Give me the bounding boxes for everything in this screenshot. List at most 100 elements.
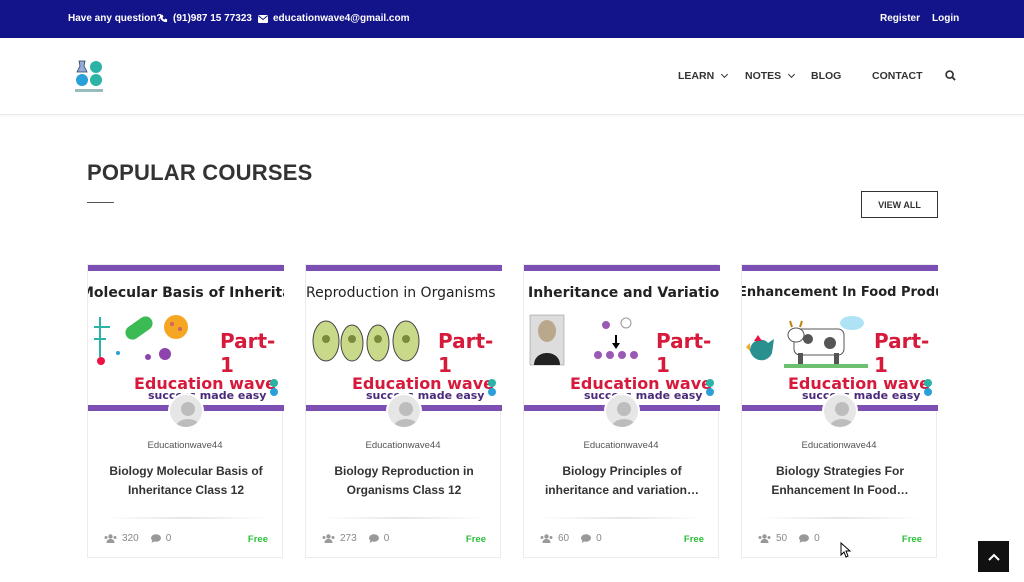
card-divider — [322, 517, 486, 519]
author-avatar[interactable] — [386, 393, 422, 429]
section-title: POPULAR COURSES — [87, 160, 313, 185]
tagline-text: success made easy — [584, 389, 703, 402]
comments-count: 0 — [814, 533, 820, 544]
nav-contact[interactable]: CONTACT — [872, 70, 923, 82]
course-card[interactable]: Reproduction in Organisms Part-1 Educati… — [305, 264, 502, 558]
course-thumbnail[interactable]: Molecular Basis of Inheritance Part-1 Ed… — [88, 265, 284, 411]
students-icon — [540, 534, 553, 543]
author-avatar[interactable] — [604, 393, 640, 429]
user-placeholder-icon — [611, 402, 637, 427]
site-logo[interactable] — [72, 58, 106, 96]
nav-notes[interactable]: NOTES — [745, 70, 796, 82]
students-count: 50 — [776, 533, 788, 544]
course-thumbnail[interactable]: Inheritance and Variation Part-1 Educati… — [524, 265, 720, 411]
comments-count: 0 — [383, 533, 390, 544]
course-card[interactable]: Enhancement In Food Production Part-1 Ed… — [741, 264, 938, 558]
email-contact[interactable]: educationwave4@gmail.com — [258, 13, 409, 24]
tagline-text: success made easy — [366, 389, 485, 402]
course-meta: 273 0 — [322, 533, 401, 544]
nav-blog-label: BLOG — [811, 70, 842, 82]
thumbnail-title: Inheritance and Variation — [528, 285, 720, 301]
card-divider — [540, 517, 704, 519]
top-bar: Have any question? (91)987 15 77323 educ… — [0, 0, 1024, 38]
phone-number: (91)987 15 77323 — [173, 13, 252, 24]
course-title[interactable]: Biology Principles of inheritance and va… — [538, 462, 706, 500]
view-all-button[interactable]: VIEW ALL — [861, 191, 938, 218]
phone-icon — [159, 14, 168, 23]
author-name[interactable]: Educationwave44 — [306, 440, 500, 451]
price-label: Free — [465, 534, 486, 545]
title-underline — [87, 202, 114, 203]
students-count: 60 — [558, 533, 570, 544]
scroll-to-top-button[interactable] — [978, 541, 1009, 572]
comments-count: 0 — [165, 533, 172, 544]
part-label: Part-1 — [220, 329, 276, 377]
students-count: 320 — [122, 533, 139, 544]
course-title[interactable]: Biology Reproduction in Organisms Class … — [320, 462, 488, 500]
author-avatar[interactable] — [822, 393, 858, 429]
farm-animals-illustration — [746, 316, 868, 368]
mini-logo-icon — [924, 379, 932, 396]
tagline-text: success made easy — [148, 389, 267, 402]
price-label: Free — [247, 534, 268, 545]
comments-count: 0 — [596, 533, 602, 544]
price-label: Free — [901, 534, 922, 545]
nav-blog[interactable]: BLOG — [811, 70, 841, 82]
course-card[interactable]: Molecular Basis of Inheritance Part-1 Ed… — [87, 264, 284, 558]
phone-contact[interactable]: (91)987 15 77323 — [159, 13, 252, 24]
tagline-text: success made easy — [802, 389, 921, 402]
thumbnail-title: Enhancement In Food Production — [742, 285, 938, 300]
register-link[interactable]: Register — [880, 13, 920, 24]
thumbnail-title: Reproduction in Organisms — [306, 285, 496, 301]
dna-cells-illustration — [94, 315, 188, 365]
students-icon — [758, 534, 771, 543]
user-placeholder-icon — [393, 402, 419, 427]
part-label: Part-1 — [874, 329, 930, 377]
plant-cells-illustration — [312, 320, 420, 362]
author-name[interactable]: Educationwave44 — [742, 440, 936, 451]
course-meta: 50 0 — [758, 533, 832, 544]
course-meta: 320 0 — [104, 533, 183, 544]
nav-learn[interactable]: LEARN — [678, 70, 729, 82]
course-thumbnail[interactable]: Enhancement In Food Production Part-1 Ed… — [742, 265, 938, 411]
comment-icon — [799, 534, 810, 543]
nav-learn-label: LEARN — [678, 70, 715, 82]
chevron-down-icon — [788, 70, 796, 79]
nav-contact-label: CONTACT — [872, 70, 923, 82]
comment-icon — [150, 534, 161, 543]
email-address: educationwave4@gmail.com — [273, 13, 410, 24]
part-label: Part-1 — [438, 329, 494, 377]
course-card[interactable]: Inheritance and Variation Part-1 Educati… — [523, 264, 720, 558]
students-icon — [104, 534, 117, 543]
students-icon — [322, 534, 335, 543]
chevron-up-icon — [987, 553, 1000, 561]
user-placeholder-icon — [829, 402, 855, 427]
nav-notes-label: NOTES — [745, 70, 782, 82]
price-label: Free — [683, 534, 704, 545]
students-count: 273 — [340, 533, 357, 544]
comment-icon — [368, 534, 379, 543]
mini-logo-icon — [270, 379, 278, 396]
envelope-icon — [258, 14, 268, 23]
mini-logo-icon — [488, 379, 496, 396]
course-thumbnail[interactable]: Reproduction in Organisms Part-1 Educati… — [306, 265, 502, 411]
course-meta: 60 0 — [540, 533, 614, 544]
search-icon[interactable] — [945, 70, 956, 81]
thumbnail-title: Molecular Basis of Inheritance — [88, 285, 284, 301]
user-placeholder-icon — [175, 402, 201, 427]
chevron-down-icon — [721, 70, 729, 79]
course-title[interactable]: Biology Molecular Basis of Inheritance C… — [102, 462, 270, 500]
mendel-pea-illustration — [529, 314, 638, 366]
card-divider — [104, 517, 268, 519]
comment-icon — [581, 534, 592, 543]
author-avatar[interactable] — [168, 393, 204, 429]
author-name[interactable]: Educationwave44 — [524, 440, 718, 451]
login-link[interactable]: Login — [932, 13, 959, 24]
card-divider — [758, 517, 922, 519]
main-header: LEARN NOTES BLOG CONTACT — [0, 38, 1024, 115]
mini-logo-icon — [706, 379, 714, 396]
author-name[interactable]: Educationwave44 — [88, 440, 282, 451]
question-label: Have any question? — [68, 13, 163, 24]
mouse-cursor-icon — [840, 542, 851, 558]
course-title[interactable]: Biology Strategies For Enhancement In Fo… — [756, 462, 924, 500]
